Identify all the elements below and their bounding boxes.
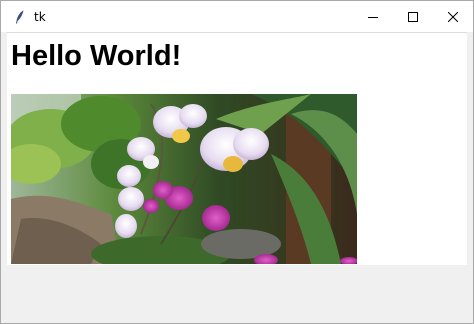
orchid-photo	[11, 94, 357, 264]
title-bar[interactable]: tk	[1, 1, 473, 32]
content-frame: Hello World!	[7, 32, 467, 265]
maximize-button[interactable]	[393, 1, 433, 32]
minimize-button[interactable]	[353, 1, 393, 32]
app-window: tk Hello World!	[0, 0, 474, 324]
minimize-icon	[368, 16, 378, 18]
hello-heading: Hello World!	[11, 40, 182, 72]
feather-icon	[13, 10, 27, 24]
close-button[interactable]	[433, 1, 473, 32]
window-controls	[353, 1, 473, 32]
client-area: Hello World!	[1, 32, 473, 323]
orchid-photo-image	[11, 94, 357, 264]
maximize-icon	[408, 11, 418, 22]
close-icon	[448, 11, 458, 22]
window-title: tk	[34, 9, 46, 24]
